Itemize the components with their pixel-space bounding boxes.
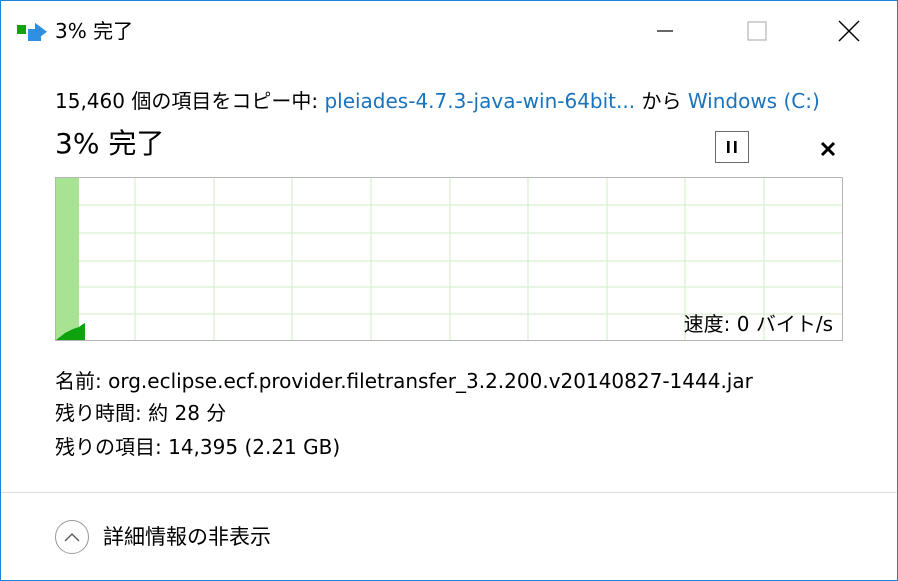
copy-progress-dialog: 3% 完了 15,460 個の項目をコピー中: pleiades-4.7.3-j…: [0, 0, 898, 581]
maximize-button[interactable]: [711, 1, 803, 61]
window-title: 3% 完了: [55, 19, 134, 43]
progress-percent-label: 3% 完了: [55, 127, 165, 160]
time-remaining-row: 残り時間: 約 28 分: [55, 399, 226, 427]
minimize-icon: [657, 30, 673, 32]
close-icon: [838, 20, 860, 42]
items-remaining-row: 残りの項目: 14,395 (2.21 GB): [55, 433, 340, 461]
copy-progress-icon: [17, 22, 49, 43]
items-remaining-label: 残りの項目:: [55, 435, 169, 459]
file-name-row: 名前: org.eclipse.ecf.provider.filetransfe…: [55, 367, 753, 395]
maximize-icon: [747, 21, 767, 41]
time-remaining-value: 約 28 分: [148, 401, 227, 425]
cancel-button[interactable]: [813, 135, 843, 163]
close-button[interactable]: [803, 1, 895, 61]
file-name-label: 名前:: [55, 369, 109, 393]
file-name-value: org.eclipse.ecf.provider.filetransfer_3.…: [108, 369, 753, 393]
hide-details-toggle[interactable]: 詳細情報の非表示: [55, 517, 271, 557]
destination-link[interactable]: Windows (C:): [688, 89, 820, 113]
footer-divider: [1, 492, 897, 493]
time-remaining-label: 残り時間:: [55, 401, 149, 425]
title-bar[interactable]: 3% 完了: [1, 1, 897, 61]
cancel-icon: [820, 141, 836, 157]
copy-summary: 15,460 個の項目をコピー中: pleiades-4.7.3-java-wi…: [55, 87, 820, 115]
pause-button[interactable]: [715, 131, 749, 163]
speed-label: 速度: 0 バイト/s: [683, 312, 833, 336]
transfer-speed-graph: 速度: 0 バイト/s: [55, 177, 843, 341]
copy-from-text: から: [635, 89, 688, 113]
source-link[interactable]: pleiades-4.7.3-java-win-64bit...: [324, 89, 635, 113]
copy-count-text: 15,460 個の項目をコピー中:: [55, 89, 325, 113]
progress-fill: [55, 177, 79, 341]
chevron-up-icon[interactable]: [55, 520, 89, 554]
minimize-button[interactable]: [619, 1, 711, 61]
hide-details-label[interactable]: 詳細情報の非表示: [103, 523, 271, 551]
items-remaining-value: 14,395 (2.21 GB): [168, 435, 341, 459]
pause-icon: [727, 141, 737, 153]
